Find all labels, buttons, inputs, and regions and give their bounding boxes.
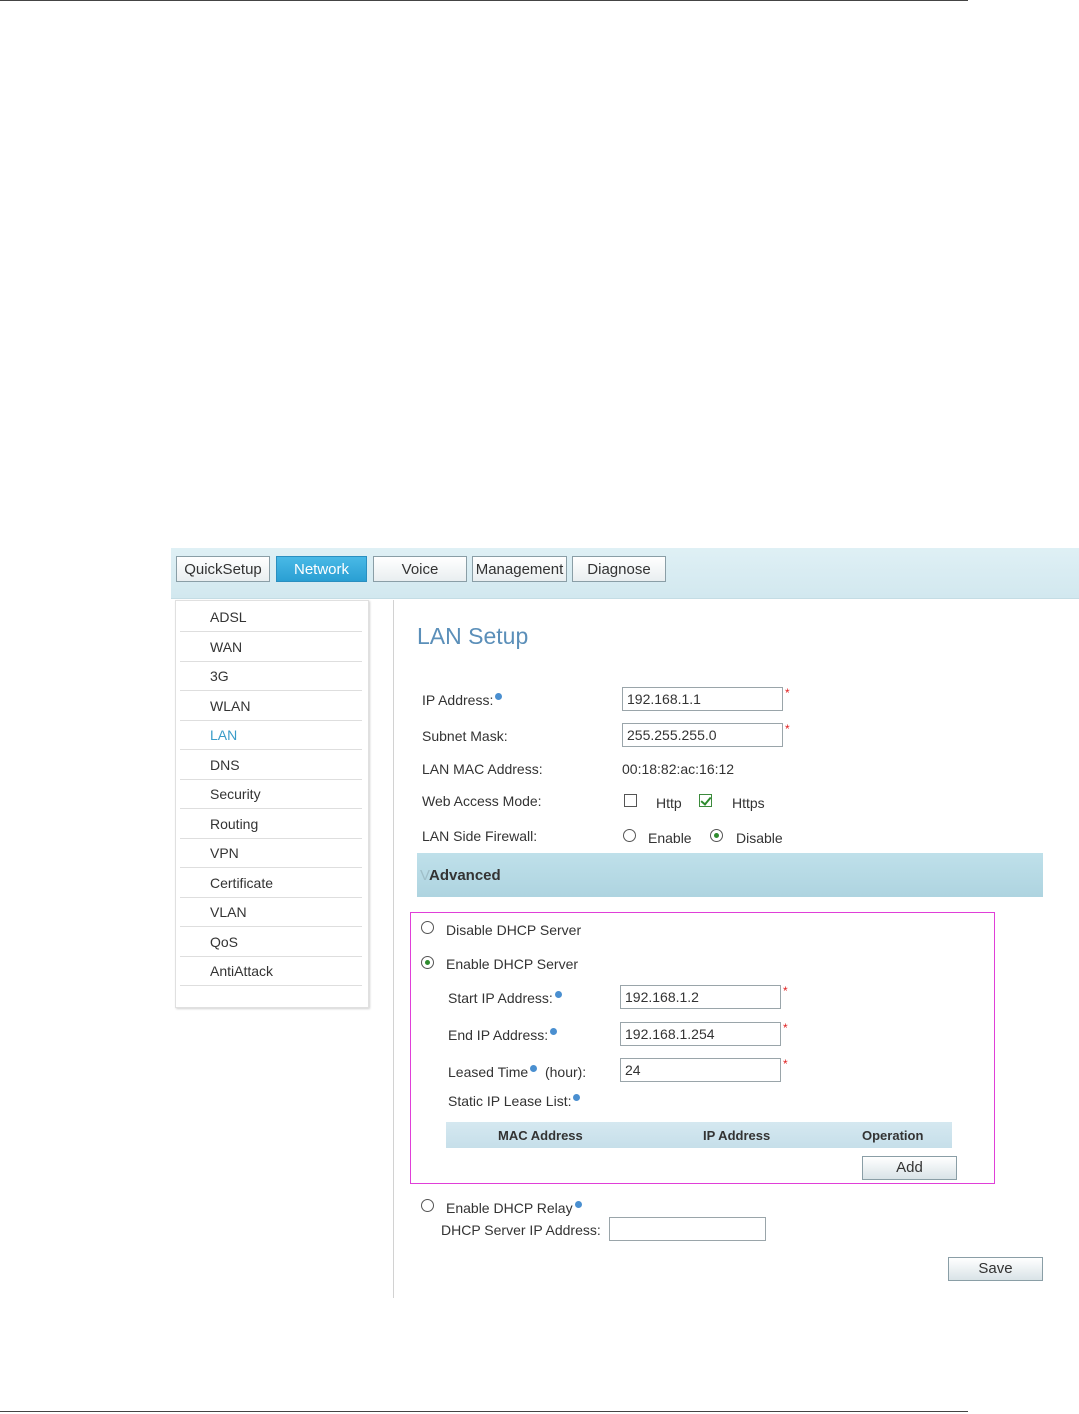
- required-mark: *: [783, 1057, 788, 1071]
- disable-dhcp-label: Disable DHCP Server: [446, 922, 582, 938]
- required-mark: *: [785, 686, 790, 700]
- http-label: Http: [656, 795, 682, 811]
- page-top-rule: [0, 0, 968, 1]
- enable-dhcp-label: Enable DHCP Server: [446, 956, 579, 972]
- sidebar-item-vpn[interactable]: VPN: [180, 839, 362, 868]
- sidebar-item-vlan[interactable]: VLAN: [180, 898, 362, 927]
- help-icon[interactable]: [574, 1201, 582, 1208]
- sidebar-menu: ADSL WAN 3G WLAN LAN DNS Security Routin…: [175, 600, 369, 1008]
- firewall-disable-radio[interactable]: [710, 829, 723, 842]
- subnet-mask-input[interactable]: [622, 723, 783, 747]
- firewall-enable-label: Enable: [648, 830, 692, 846]
- https-checkbox[interactable]: [699, 794, 712, 807]
- tab-diagnose[interactable]: Diagnose: [572, 556, 666, 582]
- page-title: LAN Setup: [417, 623, 529, 649]
- content-divider: [393, 600, 394, 1298]
- required-mark: *: [785, 722, 790, 736]
- advanced-title: Advanced: [429, 867, 501, 884]
- tab-network[interactable]: Network: [276, 556, 367, 582]
- sidebar-item-security[interactable]: Security: [180, 780, 362, 809]
- https-label: Https: [732, 795, 765, 811]
- router-admin-ui: QuickSetup Network Voice Management Diag…: [171, 548, 1079, 1300]
- tab-voice[interactable]: Voice: [373, 556, 467, 582]
- help-icon[interactable]: [573, 1094, 581, 1101]
- column-ip-address: IP Address: [703, 1128, 771, 1143]
- enable-dhcp-radio[interactable]: [421, 956, 434, 969]
- sidebar-item-wan[interactable]: WAN: [180, 633, 362, 662]
- page-bottom-rule: [0, 1411, 968, 1412]
- save-button[interactable]: Save: [948, 1257, 1043, 1281]
- enable-dhcp-relay-radio[interactable]: [421, 1199, 434, 1212]
- sidebar-item-antiattack[interactable]: AntiAttack: [180, 957, 362, 986]
- firewall-disable-label: Disable: [736, 830, 783, 846]
- help-icon[interactable]: [550, 1028, 558, 1035]
- sidebar-item-lan[interactable]: LAN: [180, 721, 362, 750]
- add-lease-button[interactable]: Add: [862, 1156, 957, 1180]
- static-lease-table-header: MAC Address IP Address Operation: [446, 1122, 952, 1148]
- sidebar-item-dns[interactable]: DNS: [180, 751, 362, 780]
- ip-address-label: IP Address:: [422, 692, 503, 708]
- top-tab-bar: QuickSetup Network Voice Management Diag…: [171, 548, 1079, 599]
- help-icon[interactable]: [530, 1065, 538, 1072]
- sidebar-item-adsl[interactable]: ADSL: [180, 603, 362, 632]
- lan-mac-label: LAN MAC Address:: [422, 761, 543, 777]
- web-access-mode-label: Web Access Mode:: [422, 793, 542, 809]
- subnet-mask-label: Subnet Mask:: [422, 728, 508, 744]
- sidebar-item-3g[interactable]: 3G: [180, 662, 362, 691]
- static-lease-list-label: Static IP Lease List:: [448, 1093, 581, 1109]
- help-icon[interactable]: [554, 991, 562, 998]
- advanced-section-header[interactable]: V Advanced: [417, 853, 1043, 897]
- lan-mac-value: 00:18:82:ac:16:12: [622, 761, 735, 777]
- start-ip-label: Start IP Address:: [448, 990, 562, 1006]
- end-ip-input[interactable]: [620, 1022, 781, 1046]
- tab-management[interactable]: Management: [472, 556, 567, 582]
- enable-dhcp-relay-label: Enable DHCP Relay: [446, 1200, 582, 1216]
- dhcp-server-ip-input[interactable]: [609, 1217, 766, 1241]
- leased-time-input[interactable]: [620, 1058, 781, 1082]
- start-ip-input[interactable]: [620, 985, 781, 1009]
- firewall-enable-radio[interactable]: [623, 829, 636, 842]
- disable-dhcp-radio[interactable]: [421, 921, 434, 934]
- http-checkbox[interactable]: [624, 794, 637, 807]
- sidebar-item-wlan[interactable]: WLAN: [180, 692, 362, 721]
- tab-quicksetup[interactable]: QuickSetup: [176, 556, 270, 582]
- sidebar-item-certificate[interactable]: Certificate: [180, 869, 362, 898]
- ip-address-input[interactable]: [622, 687, 783, 711]
- column-operation: Operation: [862, 1128, 924, 1143]
- required-mark: *: [783, 1021, 788, 1035]
- sidebar-item-qos[interactable]: QoS: [180, 928, 362, 957]
- lan-firewall-label: LAN Side Firewall:: [422, 828, 538, 844]
- dhcp-server-ip-label: DHCP Server IP Address:: [441, 1222, 601, 1238]
- sidebar-item-routing[interactable]: Routing: [180, 810, 362, 839]
- required-mark: *: [783, 984, 788, 998]
- column-mac-address: MAC Address: [498, 1128, 583, 1143]
- help-icon[interactable]: [495, 693, 503, 700]
- end-ip-label: End IP Address:: [448, 1027, 558, 1043]
- leased-time-label: Leased Time (hour):: [448, 1064, 587, 1080]
